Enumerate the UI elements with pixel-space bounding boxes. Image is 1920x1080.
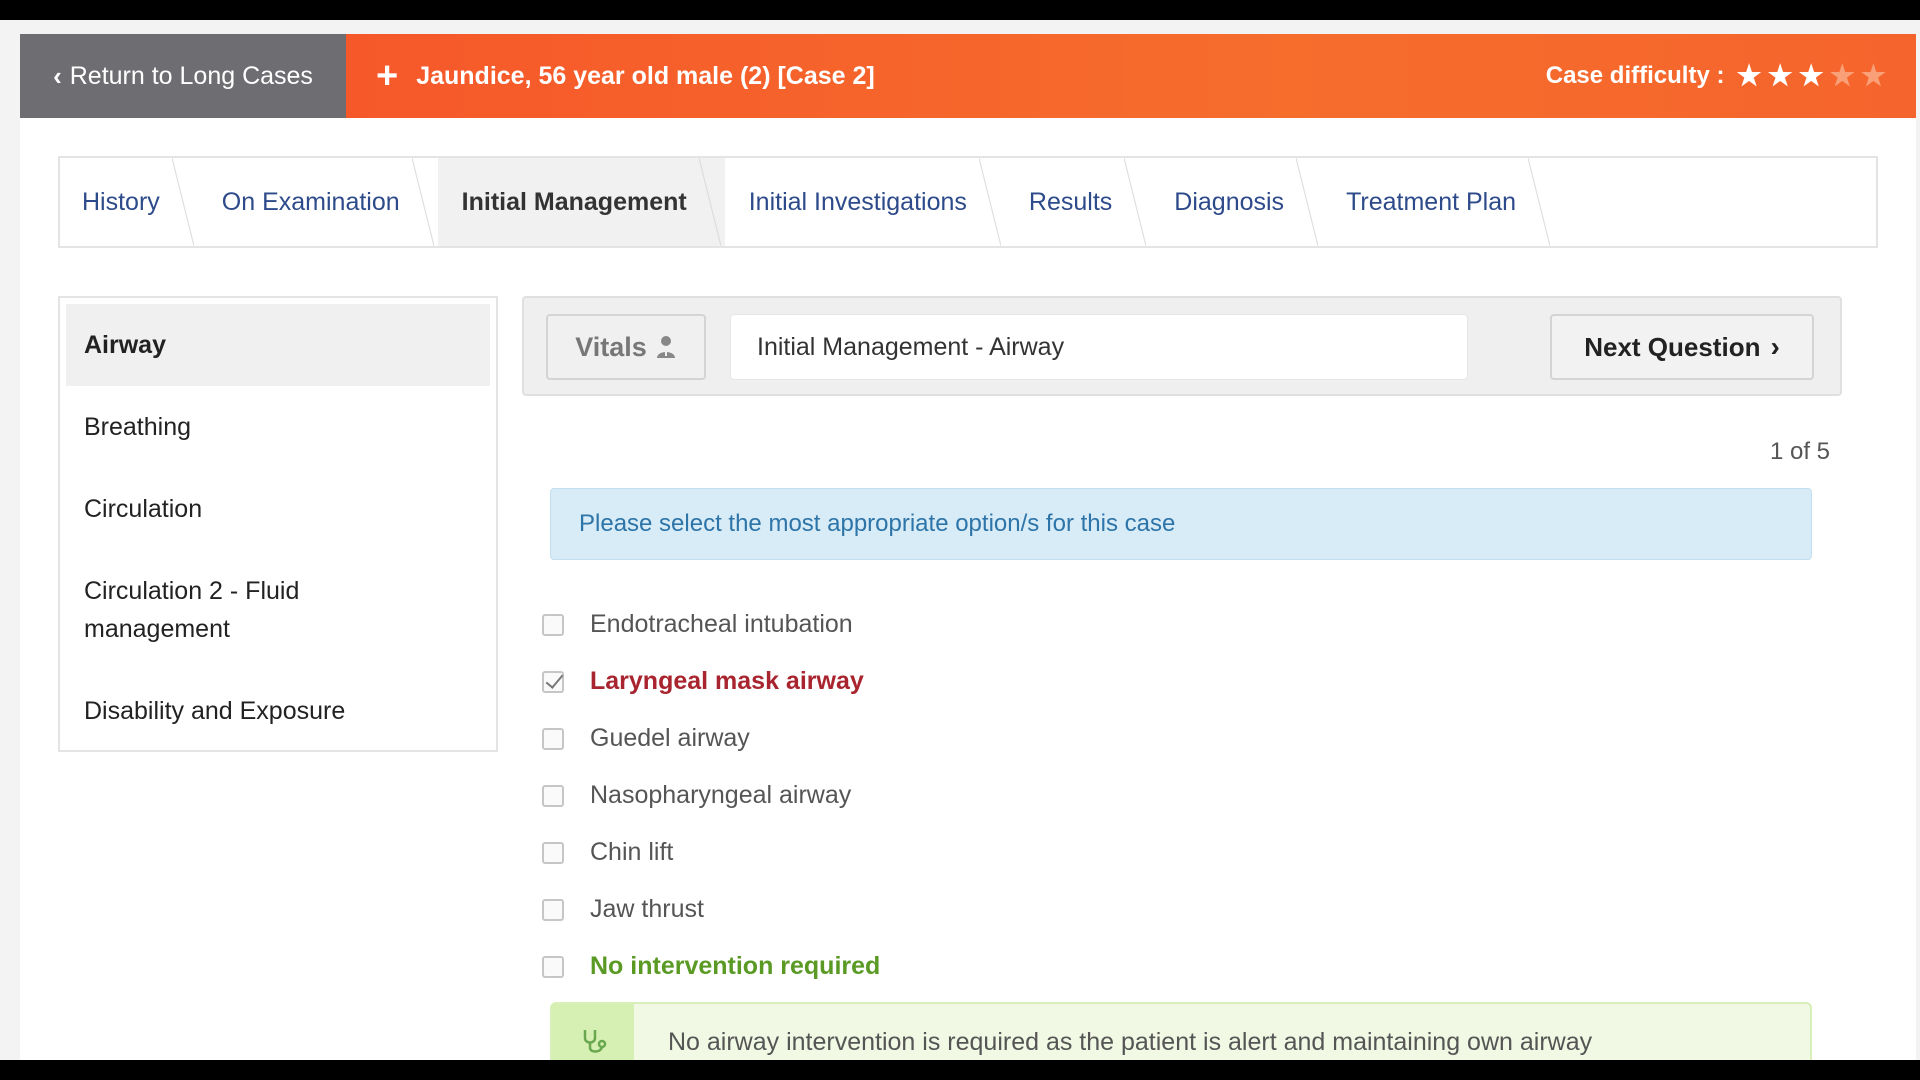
tab-label: Initial Management xyxy=(461,187,687,216)
header-bar: ‹ Return to Long Cases + Jaundice, 56 ye… xyxy=(20,34,1916,118)
plus-icon: + xyxy=(376,55,399,97)
vitals-label: Vitals xyxy=(575,331,647,362)
option-guedel-airway[interactable]: Guedel airway xyxy=(542,710,1542,767)
sidebar-item-disability-and-exposure[interactable]: Disability and Exposure xyxy=(66,670,490,752)
case-title-bar: + Jaundice, 56 year old male (2) [Case 2… xyxy=(346,34,1916,118)
sidebar-item-breathing[interactable]: Breathing xyxy=(66,386,490,468)
next-question-button[interactable]: Next Question › xyxy=(1550,314,1814,380)
app-screen: ‹ Return to Long Cases + Jaundice, 56 ye… xyxy=(0,20,1920,1060)
sidebar-item-circulation[interactable]: Circulation xyxy=(66,468,490,550)
tab-separator xyxy=(1528,158,1551,246)
option-checkbox[interactable] xyxy=(542,613,564,636)
option-label: Endotracheal intubation xyxy=(590,610,853,638)
option-chin-lift[interactable]: Chin lift xyxy=(542,824,1542,881)
option-checkbox[interactable] xyxy=(542,841,564,864)
option-label: Guedel airway xyxy=(590,724,750,752)
tab-separator xyxy=(1124,158,1147,246)
option-checkbox[interactable] xyxy=(542,955,564,978)
tab-separator xyxy=(698,158,721,246)
option-label: Nasopharyngeal airway xyxy=(590,781,852,809)
sidebar-item-airway[interactable]: Airway xyxy=(66,304,490,386)
user-doctor-icon xyxy=(656,336,675,358)
tab-treatment-plan[interactable]: Treatment Plan xyxy=(1322,158,1554,246)
star-icon: ★ xyxy=(1829,60,1855,91)
feedback-panel: No airway intervention is required as th… xyxy=(550,1002,1812,1060)
tab-separator xyxy=(411,158,434,246)
section-tabs: History On Examination Initial Management I… xyxy=(58,156,1878,248)
option-endotracheal-intubation[interactable]: Endotracheal intubation xyxy=(542,596,1542,653)
tab-diagnosis[interactable]: Diagnosis xyxy=(1150,158,1322,246)
feedback-icon-box xyxy=(552,1004,634,1060)
tab-history[interactable]: History xyxy=(60,158,198,246)
next-question-label: Next Question xyxy=(1584,331,1761,362)
tab-label: Initial Investigations xyxy=(748,187,967,216)
option-no-intervention-required[interactable]: No intervention required xyxy=(542,938,1542,995)
tab-initial-investigations[interactable]: Initial Investigations xyxy=(725,158,1005,246)
question-counter: 1 of 5 xyxy=(1769,438,1830,465)
return-button-label: Return to Long Cases xyxy=(69,61,313,90)
question-title: Initial Management - Airway xyxy=(730,314,1468,380)
star-icon: ★ xyxy=(1860,60,1886,91)
sidebar: Airway Breathing Circulation Circulation 2 … xyxy=(58,296,498,752)
option-label: Chin lift xyxy=(590,838,674,866)
case-title: Jaundice, 56 year old male (2) [Case 2] xyxy=(416,61,875,90)
option-label: No intervention required xyxy=(590,952,881,980)
option-nasopharyngeal-airway[interactable]: Nasopharyngeal airway xyxy=(542,767,1542,824)
difficulty-label: Case difficulty : xyxy=(1545,62,1725,89)
tab-initial-management[interactable]: Initial Management xyxy=(437,158,725,246)
chevron-left-icon: ‹ xyxy=(53,60,62,91)
stethoscope-icon xyxy=(583,1030,607,1053)
vitals-button[interactable]: Vitals xyxy=(546,314,706,380)
case-difficulty: Case difficulty : ★ ★ ★ ★ ★ xyxy=(1546,62,1886,90)
option-checkbox[interactable] xyxy=(542,727,564,750)
option-label: Jaw thrust xyxy=(590,895,704,923)
sidebar-item-circulation-2-fluid-management[interactable]: Circulation 2 - Fluid management xyxy=(66,550,366,670)
star-icon: ★ xyxy=(1767,60,1793,91)
tab-on-examination[interactable]: On Examination xyxy=(198,158,438,246)
star-icon: ★ xyxy=(1798,60,1824,91)
option-label: Laryngeal mask airway xyxy=(590,667,864,695)
question-toolbar: Vitals Initial Management - Airway Next … xyxy=(522,296,1842,396)
chevron-right-icon: › xyxy=(1770,331,1780,362)
option-checkbox[interactable] xyxy=(542,784,564,807)
tab-label: On Examination xyxy=(221,187,400,216)
option-checkbox[interactable] xyxy=(542,898,564,921)
tab-label: Diagnosis xyxy=(1174,187,1285,216)
tab-label: Treatment Plan xyxy=(1346,187,1517,216)
difficulty-stars: ★ ★ ★ ★ ★ xyxy=(1736,62,1886,90)
answer-options: Endotracheal intubation Laryngeal mask ai… xyxy=(542,596,1542,995)
page: ‹ Return to Long Cases + Jaundice, 56 ye… xyxy=(20,34,1916,1060)
instruction-banner: Please select the most appropriate optio… xyxy=(550,488,1812,560)
return-button[interactable]: ‹ Return to Long Cases xyxy=(20,34,346,118)
tab-separator xyxy=(978,158,1001,246)
option-laryngeal-mask-airway[interactable]: Laryngeal mask airway xyxy=(542,653,1542,710)
option-jaw-thrust[interactable]: Jaw thrust xyxy=(542,881,1542,938)
option-checkbox[interactable] xyxy=(542,670,564,693)
tab-label: Results xyxy=(1028,187,1113,216)
star-icon: ★ xyxy=(1736,60,1762,91)
tab-results[interactable]: Results xyxy=(1005,158,1150,246)
tab-separator xyxy=(171,158,194,246)
feedback-text: No airway intervention is required as th… xyxy=(668,1027,1593,1056)
tab-separator xyxy=(1296,158,1319,246)
tab-label: History xyxy=(82,187,160,216)
